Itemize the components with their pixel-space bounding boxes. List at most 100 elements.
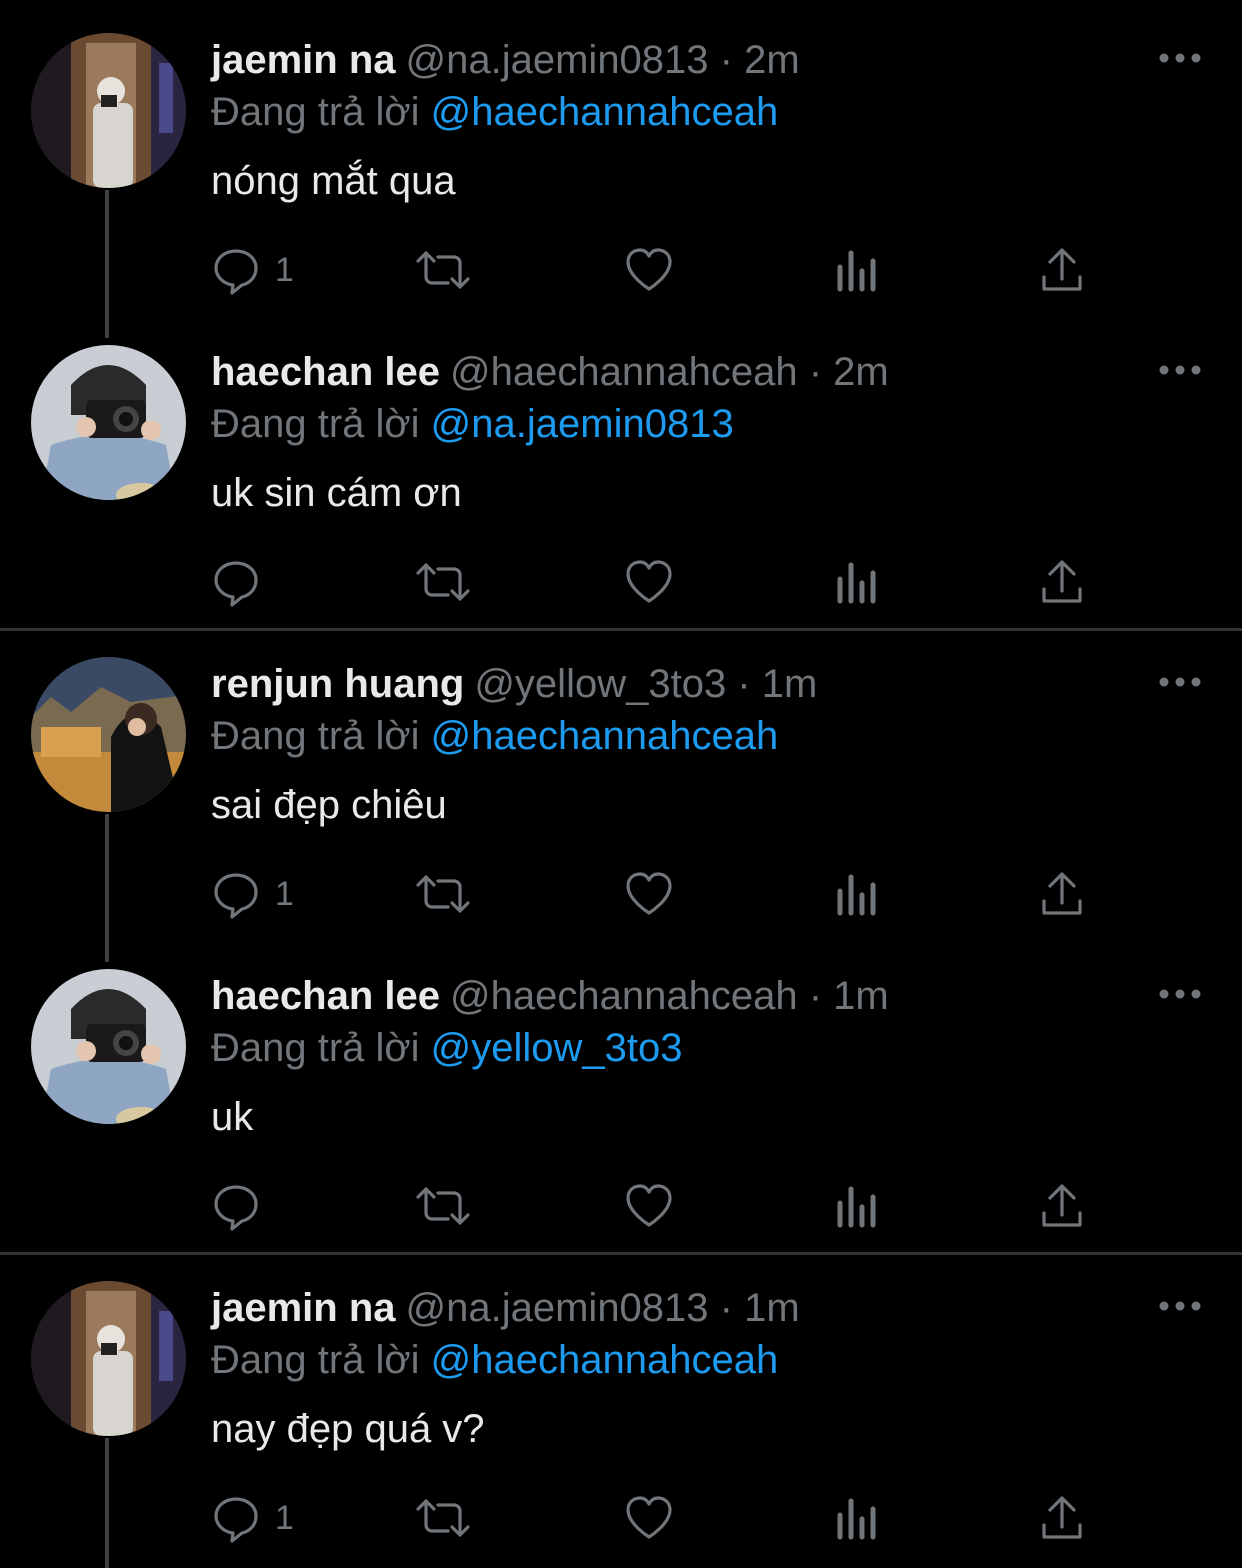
reply-count: 1 [275, 1498, 294, 1537]
tweet-header: jaemin na @na.jaemin0813 · 2m [211, 38, 800, 82]
more-dots-icon[interactable] [1157, 360, 1203, 380]
mention-link[interactable]: @haechannahceah [431, 1338, 779, 1382]
retweet-button[interactable] [414, 244, 472, 296]
tweet-text: uk [211, 1095, 254, 1139]
reply-prefix: Đang trả lời [211, 90, 420, 134]
handle-and-time[interactable]: @yellow_3to3 · 1m [474, 662, 817, 706]
retweet-arrows-icon [416, 251, 470, 289]
mention-link[interactable]: @yellow_3to3 [431, 1026, 683, 1070]
handle-and-time[interactable]: @na.jaemin0813 · 2m [406, 38, 800, 82]
action-bar: 1 [211, 1492, 1111, 1544]
heart-icon [626, 872, 672, 915]
tweet-header: haechan lee @haechannahceah · 1m [211, 974, 889, 1018]
views-button[interactable] [835, 244, 879, 296]
share-button[interactable] [1040, 868, 1084, 920]
tweet-text: sai đẹp chiêu [211, 783, 447, 827]
mention-link[interactable]: @na.jaemin0813 [431, 402, 734, 446]
thread-line [105, 1438, 109, 1568]
retweet-arrows-icon [416, 563, 470, 601]
reply-prefix: Đang trả lời [211, 402, 420, 446]
share-button[interactable] [1040, 556, 1084, 608]
retweet-button[interactable] [414, 868, 472, 920]
more-dots-icon[interactable] [1157, 672, 1203, 692]
tweet[interactable]: renjun huang @yellow_3to3 · 1m Đang trả l… [0, 624, 1242, 962]
reply-prefix: Đang trả lời [211, 1026, 420, 1070]
reply-button[interactable]: 1 [211, 868, 294, 920]
speech-bubble-icon [214, 561, 258, 607]
avatar[interactable] [31, 33, 186, 188]
views-button[interactable] [835, 556, 879, 608]
avatar[interactable] [31, 345, 186, 500]
bar-chart-icon [837, 1498, 876, 1540]
retweet-button[interactable] [414, 1492, 472, 1544]
reply-prefix: Đang trả lời [211, 1338, 420, 1382]
replying-to: Đang trả lời @yellow_3to3 [211, 1026, 683, 1070]
replying-to: Đang trả lời @na.jaemin0813 [211, 402, 734, 446]
share-upload-icon [1042, 248, 1082, 291]
more-dots-icon[interactable] [1157, 48, 1203, 68]
handle-and-time[interactable]: @haechannahceah · 1m [450, 974, 889, 1018]
views-button[interactable] [835, 1492, 879, 1544]
retweet-arrows-icon [416, 875, 470, 913]
display-name[interactable]: renjun huang [211, 662, 464, 706]
reply-button[interactable] [211, 1180, 275, 1232]
share-upload-icon [1042, 872, 1082, 915]
action-bar [211, 556, 1111, 608]
like-button[interactable] [624, 868, 674, 920]
replying-to: Đang trả lời @haechannahceah [211, 1338, 778, 1382]
share-upload-icon [1042, 1184, 1082, 1227]
action-bar: 1 [211, 244, 1111, 296]
avatar[interactable] [31, 1281, 186, 1436]
views-button[interactable] [835, 868, 879, 920]
avatar[interactable] [31, 657, 186, 812]
share-button[interactable] [1040, 1492, 1084, 1544]
reply-button[interactable] [211, 556, 275, 608]
display-name[interactable]: haechan lee [211, 974, 440, 1018]
heart-icon [626, 248, 672, 291]
reply-button[interactable]: 1 [211, 244, 294, 296]
handle-and-time[interactable]: @na.jaemin0813 · 1m [406, 1286, 800, 1330]
retweet-button[interactable] [414, 1180, 472, 1232]
tweet[interactable]: haechan lee @haechannahceah · 2m Đang trả… [0, 312, 1242, 624]
more-dots-icon[interactable] [1157, 984, 1203, 1004]
like-button[interactable] [624, 1492, 674, 1544]
bar-chart-icon [837, 1186, 876, 1228]
mention-link[interactable]: @haechannahceah [431, 714, 779, 758]
like-button[interactable] [624, 556, 674, 608]
retweet-arrows-icon [416, 1499, 470, 1537]
like-button[interactable] [624, 1180, 674, 1232]
handle-and-time[interactable]: @haechannahceah · 2m [450, 350, 889, 394]
replying-to: Đang trả lời @haechannahceah [211, 714, 778, 758]
tweet-text: nay đẹp quá v? [211, 1407, 485, 1451]
display-name[interactable]: jaemin na [211, 1286, 396, 1330]
tweet[interactable]: jaemin na @na.jaemin0813 · 2m Đang trả lờ… [0, 0, 1242, 338]
mention-link[interactable]: @haechannahceah [431, 90, 779, 134]
display-name[interactable]: haechan lee [211, 350, 440, 394]
share-button[interactable] [1040, 244, 1084, 296]
bar-chart-icon [837, 562, 876, 604]
action-bar: 1 [211, 868, 1111, 920]
reply-button[interactable]: 1 [211, 1492, 294, 1544]
bar-chart-icon [837, 874, 876, 916]
speech-bubble-icon [214, 1497, 258, 1543]
replying-to: Đang trả lời @haechannahceah [211, 90, 778, 134]
share-button[interactable] [1040, 1180, 1084, 1232]
more-dots-icon[interactable] [1157, 1296, 1203, 1316]
tweet[interactable]: haechan lee @haechannahceah · 1m Đang trả… [0, 936, 1242, 1248]
bar-chart-icon [837, 250, 876, 292]
avatar[interactable] [31, 969, 186, 1124]
retweet-button[interactable] [414, 556, 472, 608]
share-upload-icon [1042, 560, 1082, 603]
like-button[interactable] [624, 244, 674, 296]
heart-icon [626, 560, 672, 603]
tweet-text: uk sin cám ơn [211, 471, 462, 515]
tweet[interactable]: jaemin na @na.jaemin0813 · 1m Đang trả lờ… [0, 1248, 1242, 1568]
action-bar [211, 1180, 1111, 1232]
display-name[interactable]: jaemin na [211, 38, 396, 82]
views-button[interactable] [835, 1180, 879, 1232]
tweet-text: nóng mắt qua [211, 159, 456, 203]
reply-count: 1 [275, 874, 294, 913]
tweet-header: renjun huang @yellow_3to3 · 1m [211, 662, 817, 706]
reply-count: 1 [275, 250, 294, 289]
speech-bubble-icon [214, 873, 258, 919]
